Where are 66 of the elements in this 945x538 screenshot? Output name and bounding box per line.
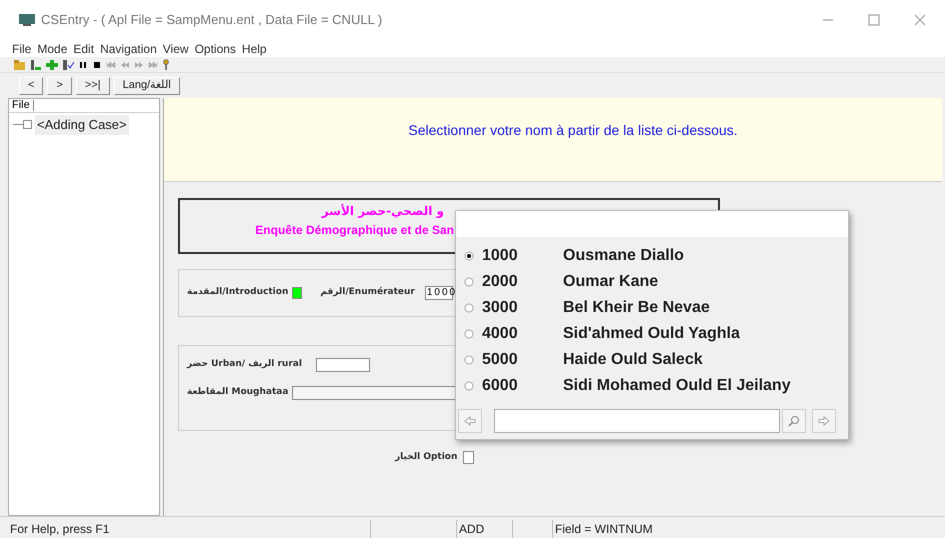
option-name: Sidi Mohamed Ould El Jeilany [563, 376, 791, 396]
radio-button[interactable] [464, 329, 474, 339]
nav-button[interactable]: >>| [76, 76, 110, 94]
previous-icon[interactable] [120, 60, 130, 70]
next-icon[interactable] [134, 60, 144, 70]
status-text: For Help, press F1 [10, 521, 110, 538]
radio-button[interactable] [464, 251, 474, 261]
option-name: Sid'ahmed Ould Yaghla [563, 324, 740, 344]
key-icon[interactable] [162, 59, 170, 70]
option-code: 6000 [482, 376, 519, 396]
option-name: Bel Kheir Be Nevae [563, 298, 710, 318]
status-marker [292, 287, 302, 299]
menu-item[interactable]: Options [194, 40, 236, 58]
field-label: الخيار Option [395, 451, 458, 464]
menu-item[interactable]: Help [242, 40, 267, 58]
option-name: Oumar Kane [563, 272, 658, 292]
back-button[interactable] [458, 409, 482, 433]
app-icon [18, 13, 36, 27]
folder-icon[interactable] [14, 60, 26, 70]
field-label: المقدمة/Introduction [187, 286, 288, 300]
form-title: Enquête Démographique et de San [255, 222, 454, 239]
option-code: 4000 [482, 324, 519, 344]
checkbox-icon[interactable] [13, 119, 33, 130]
menu-item[interactable]: View [162, 40, 189, 58]
digit-field[interactable] [316, 358, 370, 372]
status-text: Field = WINTNUM [552, 520, 945, 538]
first-icon[interactable] [106, 60, 116, 70]
radio-button[interactable] [464, 381, 474, 391]
pause-icon[interactable] [78, 60, 88, 70]
menu-item[interactable]: Edit [73, 40, 94, 58]
right-arrow-icon [818, 416, 830, 426]
field-label: المقاطعة Moughataa [187, 386, 288, 400]
menu-item[interactable]: File [12, 40, 32, 58]
add-icon[interactable] [46, 60, 58, 70]
option-code: 3000 [482, 298, 519, 318]
nav-button[interactable]: > [47, 76, 72, 94]
radio-button[interactable] [464, 277, 474, 287]
form-title: و الصحي-حصر الأسر [322, 202, 445, 220]
checkbox[interactable] [463, 451, 474, 464]
nav-button[interactable]: Lang/اللغة [114, 76, 180, 94]
search-field[interactable] [494, 409, 780, 433]
stop-icon[interactable] [92, 60, 102, 70]
digit-field[interactable]: 1000 [424, 286, 453, 300]
prompt-text: Selectionner votre nom à partir de la liste ci-dessous. [408, 121, 738, 140]
tree-header: File [9, 100, 34, 111]
forward-button[interactable] [812, 409, 836, 433]
field-label: حضر Urban/ الريف rural [187, 358, 302, 372]
search-button[interactable] [782, 409, 806, 433]
nav-button[interactable]: < [19, 76, 44, 94]
option-name: Ousmane Diallo [563, 246, 684, 266]
field-label: الرقم/Enumérateur [320, 286, 415, 300]
window-title: CSEntry - ( Apl File = SampMenu.ent , Data File = CNULL ) [41, 11, 382, 30]
status-text: ADD [456, 520, 512, 538]
check-icon[interactable] [62, 60, 74, 70]
menu-item[interactable]: Mode [37, 40, 68, 58]
tree-item[interactable]: <Adding Case> [35, 115, 129, 134]
last-icon[interactable] [148, 60, 158, 70]
radio-button[interactable] [464, 355, 474, 365]
option-code: 2000 [482, 272, 519, 292]
option-name: Haide Ould Saleck [563, 350, 703, 370]
search-icon [788, 415, 800, 427]
option-code: 1000 [482, 246, 519, 266]
radio-button[interactable] [464, 303, 474, 313]
left-arrow-icon [464, 416, 476, 426]
option-code: 5000 [482, 350, 519, 370]
menu-item[interactable]: Navigation [100, 40, 157, 58]
